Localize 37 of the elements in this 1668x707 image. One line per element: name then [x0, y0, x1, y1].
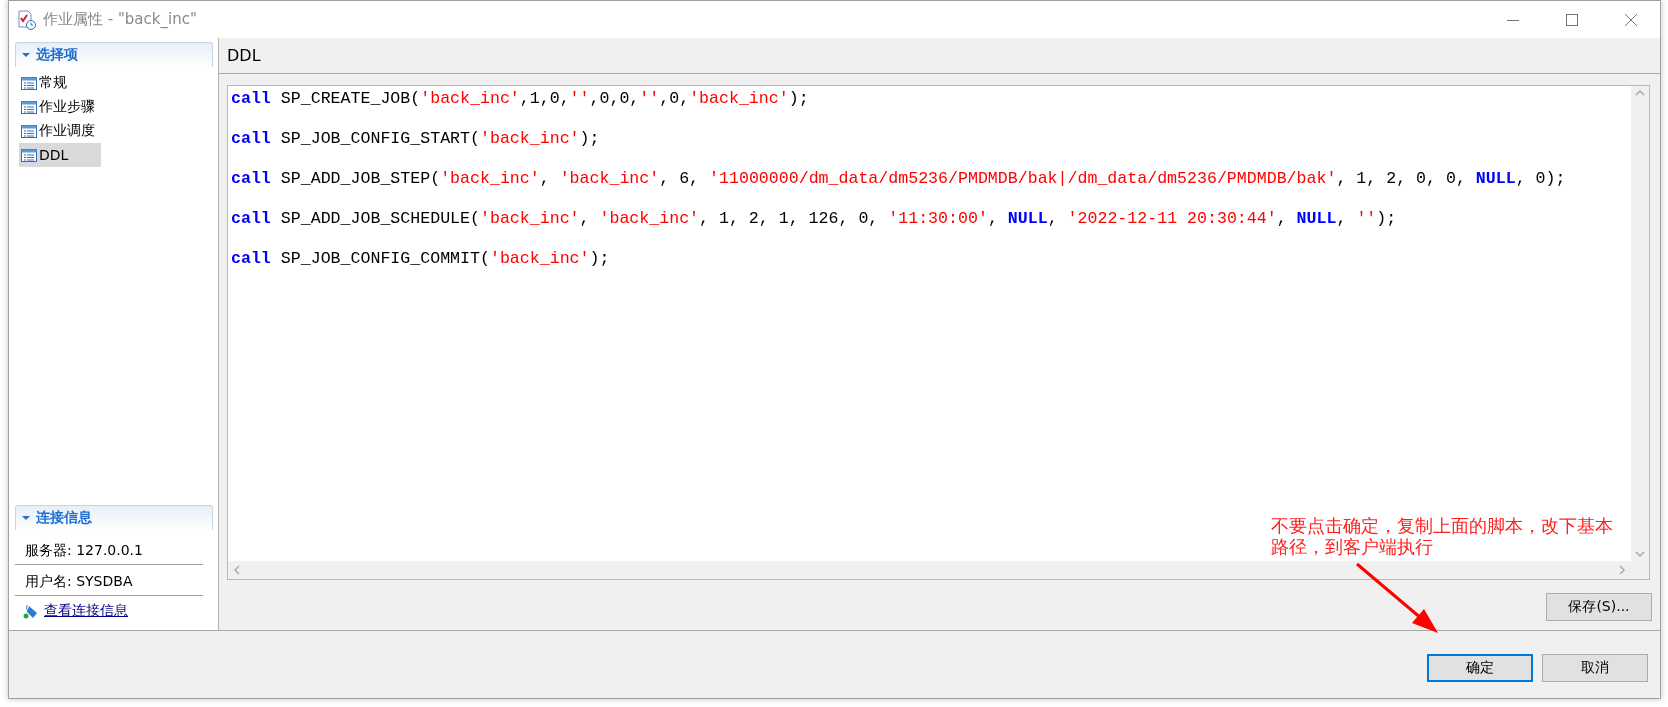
panel-title: DDL — [219, 38, 1660, 74]
scroll-right-icon[interactable] — [1619, 565, 1625, 575]
scroll-left-icon[interactable] — [234, 565, 240, 575]
connection-info-text: 用户名: SYSDBA — [15, 565, 203, 596]
connection-icon — [23, 602, 40, 620]
window-title: 作业属性 - "back_inc" — [43, 10, 198, 29]
view-connection-link[interactable]: 查看连接信息 — [44, 602, 128, 620]
code-line: call SP_ADD_JOB_SCHEDULE('back_inc', 'back_inc', 1, 2, 1, 126, 0, '11:30:00', NULL, '2022-12-11 20:30:44', NULL, ''); — [231, 209, 1398, 229]
close-icon[interactable] — [1625, 13, 1637, 26]
list-icon — [21, 75, 37, 91]
code-editor[interactable] — [227, 85, 1650, 580]
horizontal-scrollbar[interactable] — [228, 561, 1631, 579]
collapse-icon — [22, 516, 30, 520]
sidebar-item[interactable]: 作业调度 — [19, 119, 101, 143]
code-line: call SP_CREATE_JOB('back_inc',1,0,'',0,0,'',0,'back_inc'); — [231, 89, 810, 109]
section-header[interactable]: 选择项 — [15, 42, 213, 67]
code-line: call SP_JOB_CONFIG_COMMIT('back_inc'); — [231, 249, 611, 269]
sidebar-item[interactable]: 作业步骤 — [19, 95, 101, 119]
scroll-up-icon[interactable] — [1635, 90, 1645, 96]
code-line: call SP_JOB_CONFIG_START('back_inc'); — [231, 129, 601, 149]
list-icon — [21, 99, 37, 115]
collapse-icon — [22, 53, 30, 57]
sidebar-item[interactable]: 常规 — [19, 71, 101, 95]
annotation-text: 不要点击确定，复制上面的脚本，改下基本路径，到客户端执行 — [1271, 516, 1614, 558]
dialog-button[interactable]: 取消 — [1542, 653, 1648, 682]
sidebar-item[interactable]: DDL — [19, 143, 101, 167]
dialog-button[interactable]: 确定 — [1427, 653, 1533, 682]
code-line: call SP_ADD_JOB_STEP('back_inc', 'back_inc', 6, '11000000/dm_data/dm5236/PMDMDB/bak|/dm_data/dm5236/PMDMDB/bak', 1, 2, 0, 0, NULL, 0); — [231, 169, 1567, 189]
vertical-scrollbar[interactable] — [1631, 86, 1649, 561]
scroll-down-icon[interactable] — [1635, 551, 1645, 557]
maximize-icon[interactable] — [1566, 13, 1578, 26]
section-header[interactable]: 连接信息 — [15, 505, 213, 530]
job-properties-icon — [17, 9, 37, 30]
list-icon — [21, 147, 37, 163]
list-icon — [21, 123, 37, 139]
save-button[interactable]: 保存(S)... — [1546, 593, 1652, 621]
connection-info-text: 服务器: 127.0.0.1 — [15, 534, 203, 565]
